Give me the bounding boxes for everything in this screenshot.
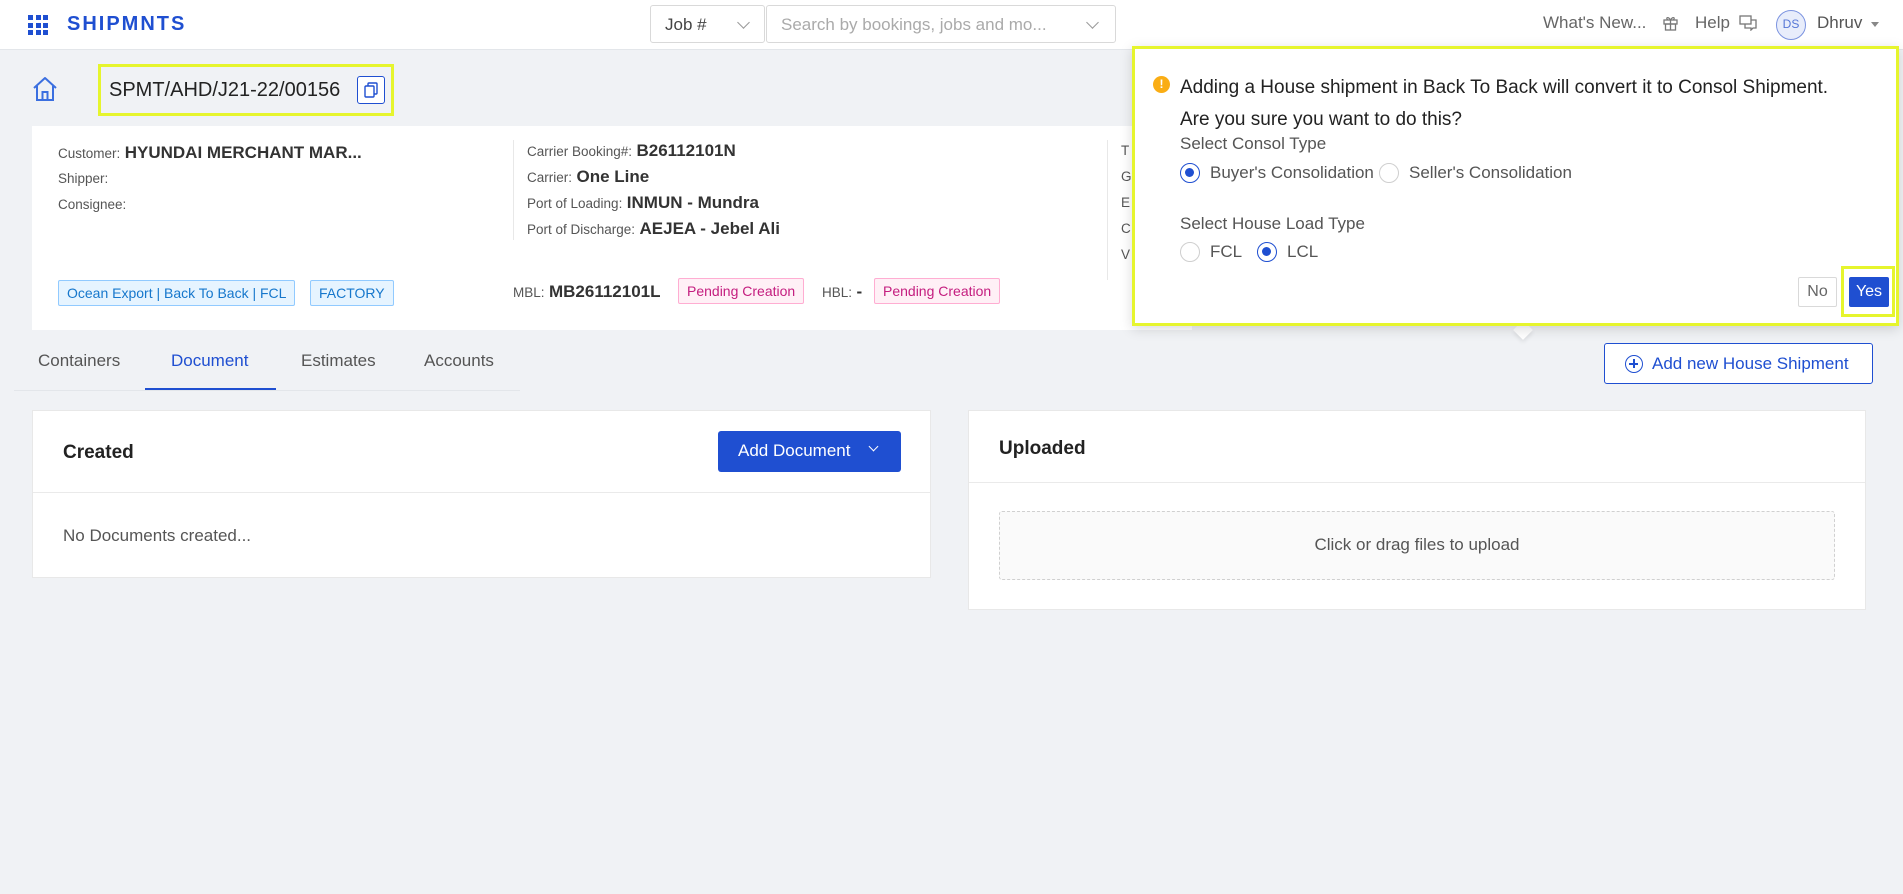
hbl-info: HBL: - xyxy=(822,282,862,302)
file-dropzone[interactable]: Click or drag files to upload xyxy=(999,511,1835,580)
chevron-down-icon xyxy=(1086,16,1099,29)
hbl-label: HBL: xyxy=(822,285,853,300)
add-document-label: Add Document xyxy=(738,441,851,460)
fcl-label[interactable]: FCL xyxy=(1210,242,1242,262)
truncated-column: T G E C V xyxy=(1107,140,1132,280)
carrier-booking-value: B26112101N xyxy=(636,141,736,160)
lcl-radio[interactable] xyxy=(1257,242,1277,262)
house-load-type-label: Select House Load Type xyxy=(1180,214,1365,233)
carrier-value: One Line xyxy=(576,167,650,186)
port-of-discharge-label: Port of Discharge: xyxy=(527,222,636,237)
hbl-status-badge: Pending Creation xyxy=(874,278,1001,304)
carrier-label: Carrier: xyxy=(527,170,573,185)
yes-button[interactable]: Yes xyxy=(1849,277,1889,307)
truncated-label: G xyxy=(1121,169,1132,184)
user-menu[interactable]: Dhruv xyxy=(1817,13,1862,33)
popconfirm-message-line2: Are you sure you want to do this? xyxy=(1180,109,1462,130)
panel-divider xyxy=(33,492,930,493)
job-number: SPMT/AHD/J21-22/00156 xyxy=(109,79,341,101)
search-input[interactable]: Search by bookings, jobs and mo... xyxy=(766,5,1116,43)
carrier-column: Carrier Booking#: B26112101N Carrier: On… xyxy=(513,140,780,240)
search-type-value: Job # xyxy=(665,15,707,34)
carrier-booking-label: Carrier Booking#: xyxy=(527,144,633,159)
tab-containers[interactable]: Containers xyxy=(38,351,120,371)
uploaded-documents-panel: Uploaded Click or drag files to upload xyxy=(968,410,1866,610)
fcl-radio[interactable] xyxy=(1180,242,1200,262)
top-bar: SHIPMNTS Job # Search by bookings, jobs … xyxy=(0,0,1903,50)
gift-icon[interactable] xyxy=(1663,15,1678,31)
chat-icon[interactable] xyxy=(1739,15,1757,31)
buyers-consolidation-label[interactable]: Buyer's Consolidation xyxy=(1210,163,1374,183)
active-tab-indicator xyxy=(145,388,276,390)
customer-value: HYUNDAI MERCHANT MAR... xyxy=(124,143,362,162)
sellers-consolidation-radio[interactable] xyxy=(1379,163,1399,183)
panel-divider xyxy=(969,482,1865,483)
exclamation-circle-icon: ! xyxy=(1153,76,1170,93)
mbl-label: MBL: xyxy=(513,285,545,300)
shipment-mode-tag: Ocean Export | Back To Back | FCL xyxy=(58,280,296,306)
copy-icon xyxy=(364,82,378,98)
chevron-down-icon xyxy=(868,441,879,452)
whats-new-link[interactable]: What's New... xyxy=(1543,13,1646,33)
port-of-discharge-value: AEJEA - Jebel Ali xyxy=(639,219,780,238)
no-documents-text: No Documents created... xyxy=(63,526,252,545)
truncated-label: T xyxy=(1121,143,1130,158)
created-documents-panel: Created Add Document No Documents create… xyxy=(32,410,931,578)
add-document-button[interactable]: Add Document xyxy=(718,431,901,472)
port-of-loading-label: Port of Loading: xyxy=(527,196,623,211)
tab-document[interactable]: Document xyxy=(171,351,248,371)
customer-label: Customer: xyxy=(58,146,121,161)
chevron-down-icon xyxy=(737,16,750,29)
plus-circle-icon xyxy=(1625,355,1643,373)
avatar[interactable]: DS xyxy=(1776,10,1806,40)
tab-estimates[interactable]: Estimates xyxy=(301,351,376,371)
shipment-info-card: Customer: HYUNDAI MERCHANT MAR... Shippe… xyxy=(32,126,1192,330)
caret-down-icon[interactable] xyxy=(1871,22,1879,27)
add-house-shipment-button[interactable]: Add new House Shipment xyxy=(1604,343,1873,384)
truncated-label: V xyxy=(1121,247,1131,262)
popconfirm-message: Adding a House shipment in Back To Back … xyxy=(1180,72,1828,136)
home-icon[interactable] xyxy=(31,76,59,102)
created-title: Created xyxy=(63,442,134,463)
consignee-label: Consignee: xyxy=(58,197,127,212)
uploaded-title: Uploaded xyxy=(999,438,1086,459)
no-button[interactable]: No xyxy=(1798,277,1837,307)
help-link[interactable]: Help xyxy=(1695,13,1730,33)
factory-tag: FACTORY xyxy=(310,280,394,306)
consol-type-label: Select Consol Type xyxy=(1180,134,1327,153)
mbl-status-badge: Pending Creation xyxy=(678,278,805,304)
job-number-highlight: SPMT/AHD/J21-22/00156 xyxy=(98,64,394,116)
popconfirm-message-line1: Adding a House shipment in Back To Back … xyxy=(1180,77,1829,98)
apps-grid-icon[interactable] xyxy=(28,15,48,35)
tab-accounts[interactable]: Accounts xyxy=(424,351,494,371)
port-of-loading-value: INMUN - Mundra xyxy=(626,193,759,212)
convert-consol-popconfirm: ! Adding a House shipment in Back To Bac… xyxy=(1132,46,1899,326)
parties-column: Customer: HYUNDAI MERCHANT MAR... Shippe… xyxy=(58,142,362,220)
mbl-value: MB26112101L xyxy=(548,282,661,301)
add-house-shipment-label: Add new House Shipment xyxy=(1652,354,1849,373)
buyers-consolidation-radio[interactable] xyxy=(1180,163,1200,183)
lcl-label[interactable]: LCL xyxy=(1287,242,1318,262)
sellers-consolidation-label[interactable]: Seller's Consolidation xyxy=(1409,163,1572,183)
mbl-info: MBL: MB26112101L xyxy=(513,282,661,302)
app-logo[interactable]: SHIPMNTS xyxy=(67,13,186,36)
search-placeholder: Search by bookings, jobs and mo... xyxy=(781,15,1047,34)
search-type-select[interactable]: Job # xyxy=(650,5,765,43)
tab-bar: Containers Document Estimates Accounts xyxy=(14,337,520,391)
dropzone-text: Click or drag files to upload xyxy=(1314,535,1520,554)
hbl-value: - xyxy=(856,282,863,301)
copy-button[interactable] xyxy=(357,76,385,104)
truncated-label: C xyxy=(1121,221,1131,236)
shipper-label: Shipper: xyxy=(58,171,109,186)
truncated-label: E xyxy=(1121,195,1131,210)
yes-button-highlight: Yes xyxy=(1841,266,1895,317)
